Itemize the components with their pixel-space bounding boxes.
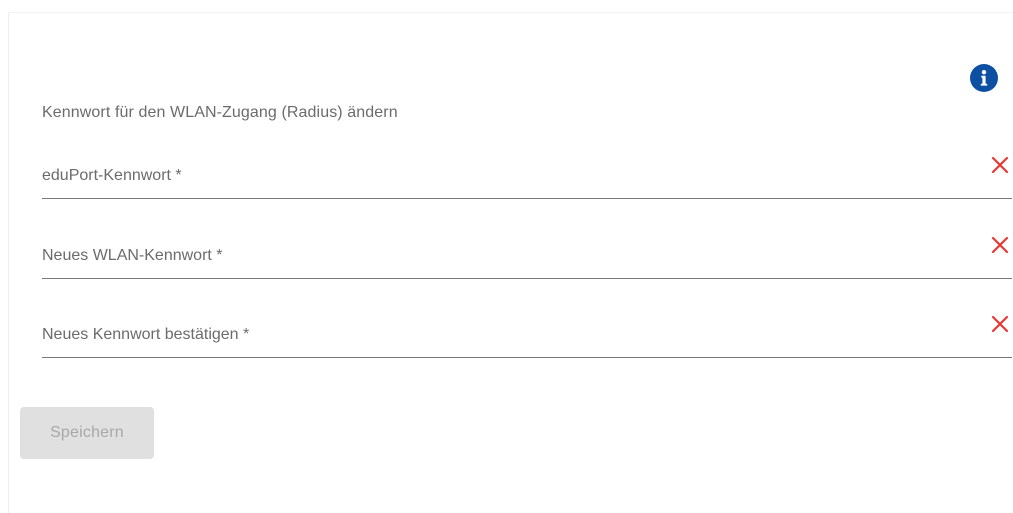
info-icon-glyph [980, 70, 988, 86]
eduport-password-field [42, 155, 1012, 199]
field-underline [42, 278, 1012, 279]
new-wlan-password-field [42, 235, 1012, 279]
field-underline [42, 357, 1012, 358]
new-wlan-password-input[interactable] [42, 235, 972, 277]
confirm-password-input[interactable] [42, 314, 972, 356]
info-icon[interactable] [970, 64, 998, 92]
close-icon[interactable] [990, 314, 1010, 334]
eduport-password-input[interactable] [42, 155, 972, 197]
confirm-password-field [42, 314, 1012, 358]
password-change-card: Kennwort für den WLAN-Zugang (Radius) än… [8, 12, 1013, 513]
close-icon[interactable] [990, 235, 1010, 255]
save-button[interactable]: Speichern [20, 407, 154, 459]
close-icon[interactable] [990, 155, 1010, 175]
form-heading: Kennwort für den WLAN-Zugang (Radius) än… [42, 104, 398, 121]
field-underline [42, 198, 1012, 199]
